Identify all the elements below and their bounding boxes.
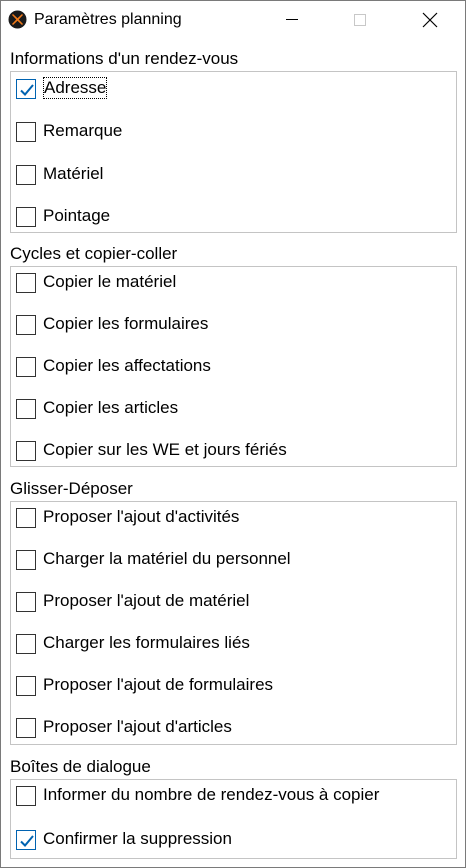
option-label: Copier le matériel [43,272,177,291]
checkmark-icon [20,835,34,847]
option-label: Proposer l'ajout de formulaires [43,675,274,694]
option-label: Proposer l'ajout d'articles [43,717,232,736]
checkbox-equipment[interactable] [16,165,36,185]
minimize-icon [286,19,298,20]
app-logo-icon [8,10,27,29]
checkbox-address[interactable] [16,79,36,99]
group-title-dialog-boxes: Boîtes de dialogue [10,757,151,776]
option-label: Copier les affectations [43,356,211,375]
maximize-button[interactable] [337,1,383,39]
group-title-appointment-info: Informations d'un rendez-vous [10,49,239,68]
option-label: Adresse [43,77,108,99]
checkbox-time-tracking[interactable] [16,207,36,227]
window-title: Paramètres planning [34,11,182,28]
option-label: Confirmer la suppression [43,829,232,848]
option-label: Pointage [43,206,111,225]
checkbox-copy-weekends-holidays[interactable] [16,441,36,461]
close-icon [422,12,438,28]
checkbox-propose-equipment[interactable] [16,592,36,612]
checkbox-copy-articles[interactable] [16,399,36,419]
option-label: Charger la matériel du personnel [43,549,291,568]
checkbox-confirm-deletion[interactable] [16,830,36,850]
checkbox-propose-forms[interactable] [16,676,36,696]
option-label: Copier les articles [43,398,179,417]
group-title-drag-drop: Glisser-Déposer [10,479,133,498]
option-label: Copier sur les WE et jours fériés [43,440,287,459]
checkbox-inform-appointment-count[interactable] [16,786,36,806]
checkbox-propose-activities[interactable] [16,508,36,528]
option-label: Remarque [43,121,123,140]
settings-window: Paramètres planning Informations d'un re… [0,0,466,868]
group-box-drag-drop [10,501,457,745]
checkbox-load-staff-equipment[interactable] [16,550,36,570]
title-bar[interactable]: Paramètres planning [1,1,465,39]
option-label: Matériel [43,164,104,183]
checkbox-copy-assignments[interactable] [16,357,36,377]
maximize-icon [354,14,366,26]
checkbox-copy-equipment[interactable] [16,273,36,293]
checkbox-load-linked-forms[interactable] [16,634,36,654]
option-label: Proposer l'ajout de matériel [43,591,250,610]
option-label: Charger les formulaires liés [43,633,250,652]
checkbox-propose-articles[interactable] [16,718,36,738]
minimize-button[interactable] [269,1,315,39]
option-label: Informer du nombre de rendez-vous à copi… [43,785,380,804]
option-label: Copier les formulaires [43,314,209,333]
option-label: Proposer l'ajout d'activités [43,507,240,526]
group-title-cycles-copy-paste: Cycles et copier-coller [10,244,178,263]
checkbox-copy-forms[interactable] [16,315,36,335]
checkbox-remark[interactable] [16,122,36,142]
checkmark-icon [20,84,34,96]
close-button[interactable] [407,1,453,39]
